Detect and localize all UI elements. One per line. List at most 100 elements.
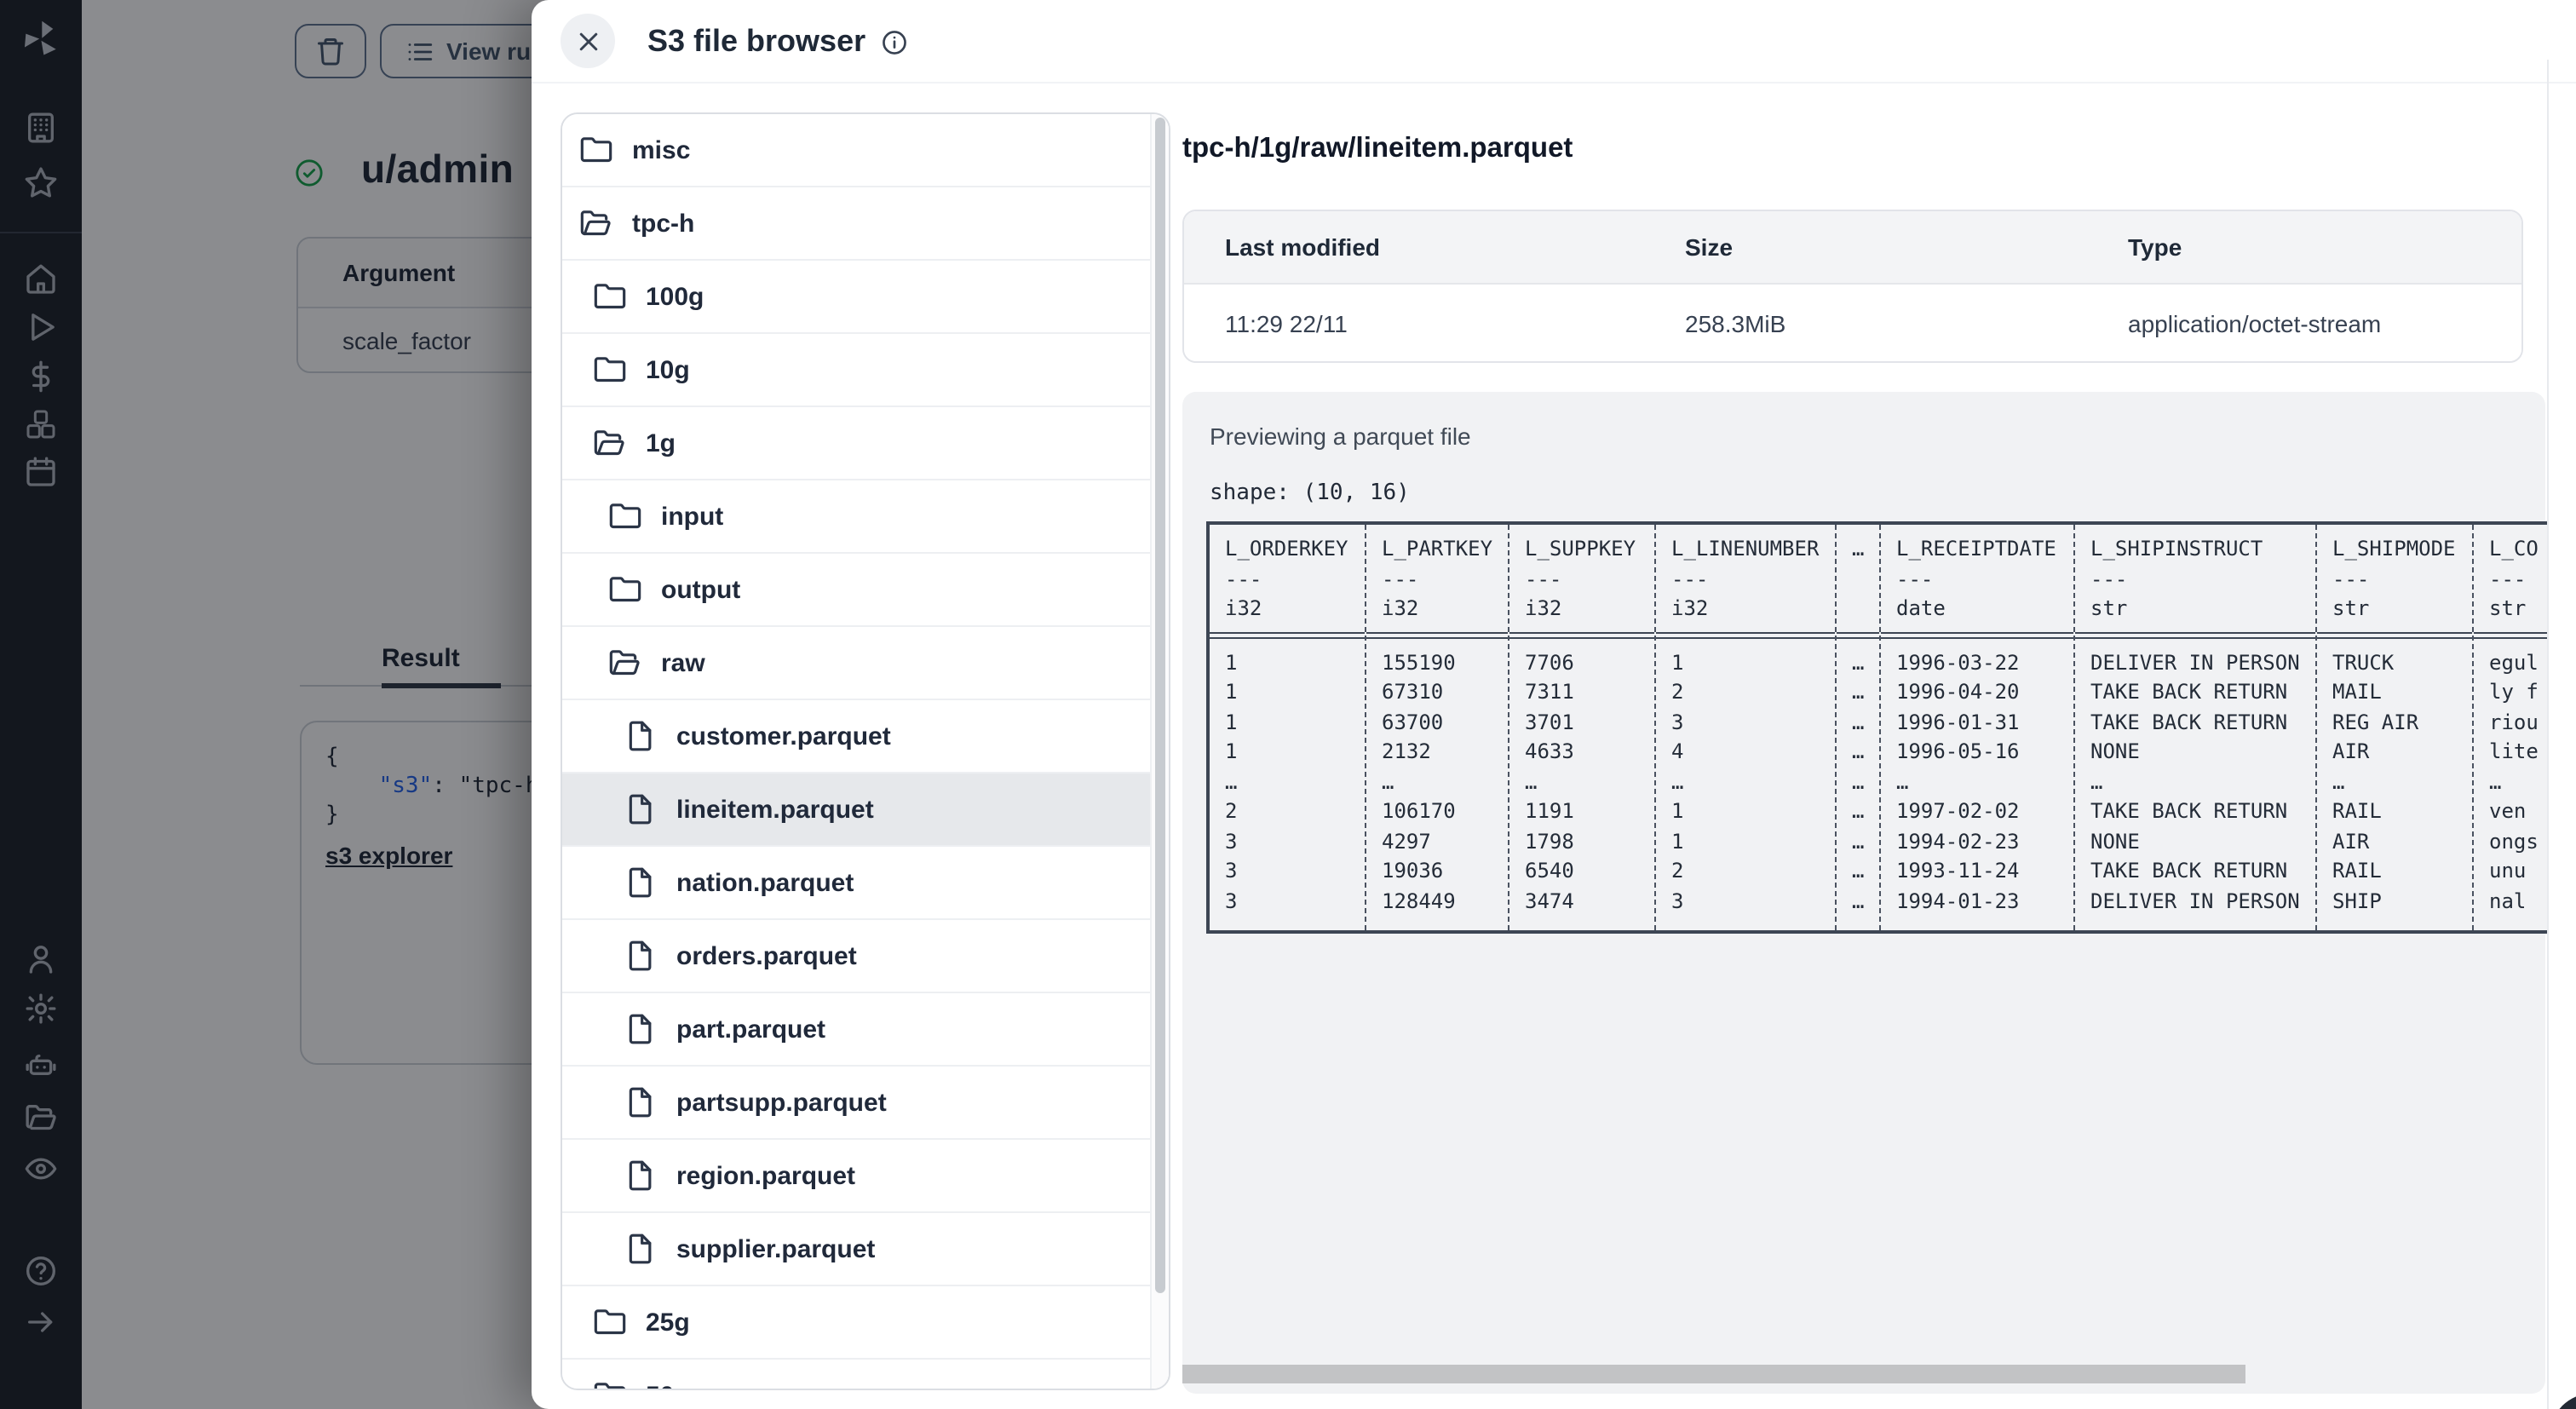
tree-item-10g[interactable]: 10g <box>562 332 1169 405</box>
tree-item-output[interactable]: output <box>562 552 1169 625</box>
tree-item-orders.parquet[interactable]: orders.parquet <box>562 918 1169 992</box>
meta-header-last-modified: Last modified <box>1225 233 1381 261</box>
meta-header-type: Type <box>2128 233 2182 261</box>
table-column-L_SUPPKEY: L_SUPPKEY --- i32 7706 7311 3701 4633 … 1… <box>1509 525 1656 930</box>
table-column-L_SHIPMODE: L_SHIPMODE --- str TRUCK MAIL REG AIR AIR… <box>2317 525 2474 930</box>
folder-icon <box>593 279 627 313</box>
tree-item-label: misc <box>632 135 691 164</box>
column-values: egul ly f riou lite … ven ongs unu nal <box>2489 650 2539 912</box>
tree-item-tpc-h[interactable]: tpc-h <box>562 186 1169 259</box>
tree-item-label: raw <box>661 648 705 677</box>
folder-open-icon <box>608 646 642 680</box>
table-column-…: … … … … … … … … … … <box>1837 525 1881 930</box>
column-values: 1 1 1 1 … 2 3 3 3 <box>1225 650 1238 912</box>
modal-header: S3 file browser <box>532 0 2576 83</box>
folder-icon <box>579 133 613 167</box>
column-header: L_CO --- str <box>2474 525 2549 638</box>
tree-item-customer.parquet[interactable]: customer.parquet <box>562 699 1169 772</box>
folder-icon <box>608 572 642 607</box>
tree-item-label: 25g <box>646 1308 690 1337</box>
tree-item-label: customer.parquet <box>676 722 891 751</box>
column-header: L_SHIPINSTRUCT --- str <box>2075 525 2315 638</box>
tree-item-label: orders.parquet <box>676 941 857 970</box>
horizontal-scrollbar-thumb[interactable] <box>1182 1365 2245 1383</box>
table-column-L_LINENUMBER: L_LINENUMBER --- i32 1 2 3 4 … 1 1 2 3 <box>1656 525 1837 930</box>
folder-icon <box>593 1305 627 1339</box>
column-values: 155190 67310 63700 2132 … 106170 4297 19… <box>1382 650 1456 912</box>
parquet-preview-panel: Previewing a parquet file shape: (10, 16… <box>1182 392 2549 1394</box>
column-values: 1 2 3 4 … 1 1 2 3 <box>1671 650 1684 912</box>
column-header: L_SHIPMODE --- str <box>2317 525 2472 638</box>
close-icon <box>575 28 601 54</box>
meta-value: 11:29 22/11 <box>1225 309 1348 336</box>
column-header: … <box>1837 525 1879 638</box>
column-values: 7706 7311 3701 4633 … 1191 1798 6540 347… <box>1525 650 1574 912</box>
table-column-L_SHIPINSTRUCT: L_SHIPINSTRUCT --- str DELIVER IN PERSON … <box>2075 525 2317 930</box>
tree-item-label: part.parquet <box>676 1015 826 1044</box>
file-icon <box>624 1085 658 1119</box>
folder-open-icon <box>593 426 627 460</box>
tree-item-label: 50g <box>646 1381 690 1389</box>
tree-item-partsupp.parquet[interactable]: partsupp.parquet <box>562 1065 1169 1138</box>
tree-item-raw[interactable]: raw <box>562 625 1169 699</box>
meta-value: 258.3MiB <box>1685 309 1786 336</box>
s3-file-browser-modal: S3 file browser misc tpc-h 100g 10g 1g input o… <box>532 0 2576 1409</box>
column-values: 1996-03-22 1996-04-20 1996-01-31 1996-05… <box>1896 650 2020 912</box>
table-column-L_ORDERKEY: L_ORDERKEY --- i32 1 1 1 1 … 2 3 3 3 <box>1210 525 1366 930</box>
file-tree: misc tpc-h 100g 10g 1g input output raw customer… <box>562 114 1169 1389</box>
file-icon <box>624 866 658 900</box>
column-header: L_SUPPKEY --- i32 <box>1509 525 1654 638</box>
table-column-L_CO: L_CO --- str egul ly f riou lite … ven on… <box>2474 525 2549 930</box>
column-values: … … … … … … … … … <box>1852 650 1865 912</box>
meta-header-size: Size <box>1685 233 1734 261</box>
file-meta-header-row: Last modified Size Type <box>1184 211 2521 285</box>
tree-item-100g[interactable]: 100g <box>562 259 1169 332</box>
tree-item-label: lineitem.parquet <box>676 795 874 824</box>
tree-item-label: 10g <box>646 355 690 384</box>
tree-scrollbar[interactable] <box>1150 114 1169 1389</box>
modal-title: S3 file browser <box>647 24 866 58</box>
table-column-L_PARTKEY: L_PARTKEY --- i32 155190 67310 63700 2132… <box>1366 525 1509 930</box>
column-header: L_RECEIPTDATE --- date <box>1881 525 2073 638</box>
close-button[interactable] <box>561 14 615 68</box>
folder-icon <box>593 1378 627 1389</box>
tree-item-1g[interactable]: 1g <box>562 405 1169 479</box>
file-icon <box>624 792 658 826</box>
tree-item-input[interactable]: input <box>562 479 1169 552</box>
column-header: L_ORDERKEY --- i32 <box>1210 525 1365 638</box>
file-meta-value-row: 11:29 22/11 258.3MiB application/octet-str… <box>1184 285 2521 361</box>
preview-label: Previewing a parquet file <box>1210 423 1471 450</box>
tree-item-label: tpc-h <box>632 209 695 238</box>
tree-item-misc[interactable]: misc <box>562 114 1169 186</box>
tree-item-label: output <box>661 575 741 604</box>
right-scroll-track <box>2547 60 2549 1409</box>
tree-scrollbar-thumb[interactable] <box>1155 118 1165 1293</box>
screen: View ru u/admin Argument scale_factor Re… <box>0 0 2576 1409</box>
column-values: TRUCK MAIL REG AIR AIR … RAIL AIR RAIL S… <box>2332 650 2419 912</box>
tree-item-label: supplier.parquet <box>676 1234 876 1263</box>
tree-item-label: input <box>661 502 724 531</box>
tree-item-label: nation.parquet <box>676 868 854 897</box>
tree-item-25g[interactable]: 25g <box>562 1285 1169 1358</box>
folder-icon <box>593 353 627 387</box>
file-icon <box>624 1012 658 1046</box>
file-tree-panel: misc tpc-h 100g 10g 1g input output raw customer… <box>561 112 1170 1390</box>
tree-item-label: partsupp.parquet <box>676 1088 887 1117</box>
tree-item-supplier.parquet[interactable]: supplier.parquet <box>562 1211 1169 1285</box>
info-icon[interactable] <box>881 29 908 56</box>
tree-item-lineitem.parquet[interactable]: lineitem.parquet <box>562 772 1169 845</box>
column-header: L_LINENUMBER --- i32 <box>1656 525 1835 638</box>
folder-icon <box>608 499 642 533</box>
file-icon <box>624 1159 658 1193</box>
tree-item-nation.parquet[interactable]: nation.parquet <box>562 845 1169 918</box>
meta-value: application/octet-stream <box>2128 309 2382 336</box>
file-icon <box>624 939 658 973</box>
tree-item-label: 1g <box>646 428 676 457</box>
file-icon <box>624 719 658 753</box>
tree-item-region.parquet[interactable]: region.parquet <box>562 1138 1169 1211</box>
column-header: L_PARTKEY --- i32 <box>1366 525 1508 638</box>
parquet-data-table: L_ORDERKEY --- i32 1 1 1 1 … 2 3 3 3 L_PAR… <box>1206 521 2549 934</box>
tree-item-50g[interactable]: 50g <box>562 1358 1169 1389</box>
tree-item-part.parquet[interactable]: part.parquet <box>562 992 1169 1065</box>
tree-item-label: region.parquet <box>676 1161 856 1190</box>
